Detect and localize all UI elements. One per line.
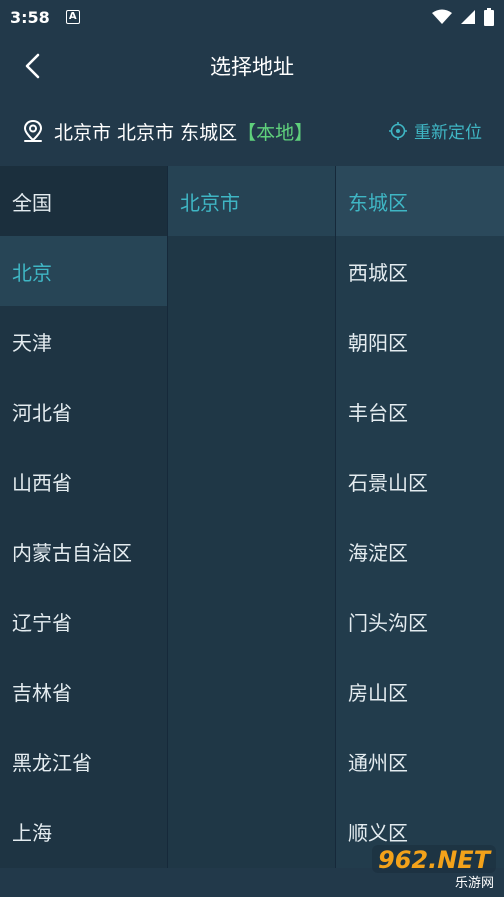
city-list[interactable]: 北京市 (167, 166, 336, 868)
province-label: 辽宁省 (12, 610, 72, 635)
district-item[interactable]: 西城区 (336, 236, 504, 306)
status-bar: 3:58 A (0, 0, 504, 34)
chevron-left-icon (25, 53, 40, 79)
locate-crosshair-icon (389, 121, 407, 140)
battery-icon (484, 8, 494, 26)
district-label: 通州区 (348, 750, 408, 775)
province-label: 黑龙江省 (12, 750, 92, 775)
province-label: 北京 (12, 260, 52, 285)
location-pin-icon (20, 118, 46, 144)
province-label: 吉林省 (12, 680, 72, 705)
province-label: 河北省 (12, 400, 72, 425)
province-item[interactable]: 内蒙古自治区 (0, 516, 167, 586)
relocate-label: 重新定位 (414, 123, 482, 143)
page-title: 选择地址 (210, 55, 294, 79)
city-item-selected[interactable]: 北京市 (168, 166, 335, 236)
notification-icon: A (65, 10, 80, 24)
district-label: 房山区 (348, 680, 408, 705)
current-location-address[interactable]: 北京市 北京市 东城区 (54, 118, 237, 145)
province-item-selected[interactable]: 北京 (0, 236, 167, 306)
current-location-bar: 北京市 北京市 东城区 【本地】 重新定位 (0, 98, 504, 164)
watermark-subtitle: 乐游网 (454, 876, 494, 891)
status-time: 3:58 (10, 7, 50, 27)
back-button[interactable] (16, 48, 48, 84)
relocate-button[interactable]: 重新定位 (388, 118, 482, 143)
city-label: 北京市 (180, 190, 240, 215)
province-label: 全国 (12, 190, 52, 215)
province-item[interactable]: 全国 (0, 166, 167, 236)
district-item[interactable]: 丰台区 (336, 376, 504, 446)
province-label: 天津 (12, 330, 52, 355)
district-item-selected[interactable]: 东城区 (336, 166, 504, 236)
district-label: 西城区 (348, 260, 408, 285)
district-list[interactable]: 东城区 西城区 朝阳区 丰台区 石景山区 海淀区 门头沟区 房山区 通州区 顺义… (336, 166, 504, 868)
province-label: 山西省 (12, 470, 72, 495)
local-tag: 【本地】 (237, 121, 314, 144)
province-label: 上海 (12, 820, 52, 845)
province-item[interactable]: 黑龙江省 (0, 726, 167, 796)
district-label: 朝阳区 (348, 330, 408, 355)
district-label: 东城区 (348, 190, 408, 215)
province-item[interactable]: 吉林省 (0, 656, 167, 726)
province-list[interactable]: 全国 北京 天津 河北省 山西省 内蒙古自治区 辽宁省 吉林省 黑龙江省 上海 (0, 166, 167, 868)
district-item[interactable]: 通州区 (336, 726, 504, 796)
province-item[interactable]: 河北省 (0, 376, 167, 446)
district-label: 丰台区 (348, 400, 408, 425)
district-label: 海淀区 (348, 540, 408, 565)
region-picker: 全国 北京 天津 河北省 山西省 内蒙古自治区 辽宁省 吉林省 黑龙江省 上海 … (0, 166, 504, 868)
province-item[interactable]: 上海 (0, 796, 167, 866)
district-label: 石景山区 (348, 470, 428, 495)
province-label: 内蒙古自治区 (12, 540, 132, 565)
app-header: 选择地址 (0, 34, 504, 98)
watermark-brand-logo: 962.NET (372, 845, 496, 874)
wifi-icon (432, 9, 452, 24)
province-item[interactable]: 辽宁省 (0, 586, 167, 656)
status-icons (432, 8, 494, 26)
province-item[interactable]: 山西省 (0, 446, 167, 516)
district-item[interactable]: 门头沟区 (336, 586, 504, 656)
district-item[interactable]: 朝阳区 (336, 306, 504, 376)
district-item[interactable]: 石景山区 (336, 446, 504, 516)
district-label: 门头沟区 (348, 610, 428, 635)
watermark-logo: 962.NET 乐游网 (366, 842, 498, 894)
signal-icon (461, 10, 475, 24)
district-item[interactable]: 房山区 (336, 656, 504, 726)
province-item[interactable]: 天津 (0, 306, 167, 376)
district-item[interactable]: 海淀区 (336, 516, 504, 586)
watermark-brand: 962.NET (378, 846, 492, 874)
